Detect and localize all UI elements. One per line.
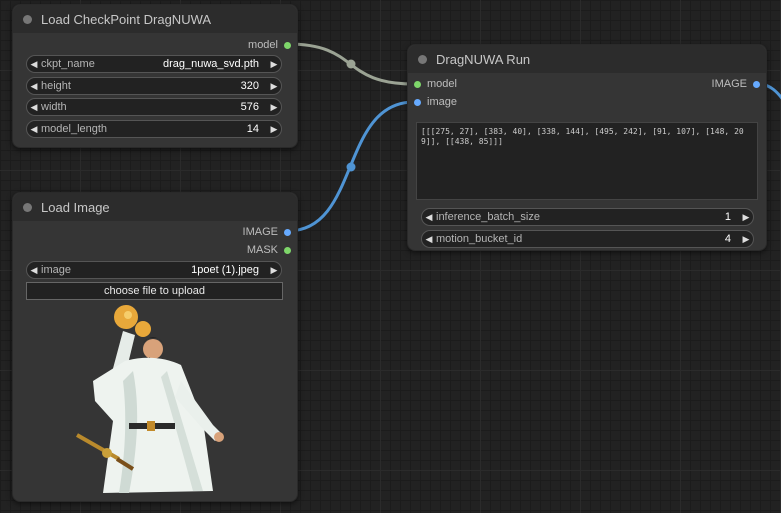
dragnuwa-run-node[interactable]: DragNUWA Run model image IMAGE [[[275, 2…: [407, 44, 767, 251]
widget-label: height: [41, 80, 71, 92]
increment-arrow-icon[interactable]: ▶: [739, 212, 753, 223]
input-pin-icon[interactable]: [414, 98, 421, 106]
collapse-dot-icon[interactable]: [23, 14, 32, 24]
decrement-arrow-icon[interactable]: ◀: [27, 59, 41, 70]
output-slot-model[interactable]: model: [248, 39, 291, 51]
load-image-node[interactable]: Load Image IMAGE MASK ◀ image 1poet (1).…: [12, 192, 298, 502]
output-slot-image[interactable]: IMAGE: [243, 226, 291, 238]
collapse-dot-icon[interactable]: [23, 202, 32, 212]
decrement-arrow-icon[interactable]: ◀: [422, 212, 436, 223]
widget-value: 1poet (1).jpeg: [191, 264, 259, 276]
widget-label: ckpt_name: [41, 58, 95, 70]
output-slot-mask[interactable]: MASK: [247, 244, 291, 256]
model-length-widget[interactable]: ◀ model_length 14 ▶: [26, 120, 282, 138]
widget-value: 320: [240, 80, 259, 92]
input-slot-image[interactable]: image: [414, 96, 457, 108]
node-title: Load CheckPoint DragNUWA: [41, 11, 212, 27]
increment-arrow-icon[interactable]: ▶: [267, 81, 281, 92]
widget-value: 576: [240, 101, 259, 113]
node-header[interactable]: Load Image: [13, 193, 297, 221]
node-title: DragNUWA Run: [436, 51, 531, 67]
output-pin-icon[interactable]: [753, 80, 760, 88]
load-checkpoint-node[interactable]: Load CheckPoint DragNUWA model ◀ ckpt_na…: [12, 4, 298, 148]
slot-label: IMAGE: [711, 78, 747, 90]
node-title: Load Image: [41, 199, 110, 215]
image-link-midpoint[interactable]: [346, 162, 356, 172]
image-link[interactable]: [287, 100, 415, 233]
model-link[interactable]: [287, 42, 415, 86]
slot-label: model: [427, 78, 457, 90]
increment-arrow-icon[interactable]: ▶: [267, 59, 281, 70]
output-pin-icon[interactable]: [284, 246, 291, 254]
decrement-arrow-icon[interactable]: ◀: [27, 81, 41, 92]
widget-label: motion_bucket_id: [436, 233, 523, 245]
input-slot-model[interactable]: model: [414, 78, 457, 90]
choose-file-upload-button[interactable]: choose file to upload: [26, 282, 283, 300]
output-pin-icon[interactable]: [284, 228, 291, 236]
increment-arrow-icon[interactable]: ▶: [267, 102, 281, 113]
gourd-icon: [135, 321, 151, 337]
slot-label: IMAGE: [242, 226, 278, 238]
increment-arrow-icon[interactable]: ▶: [267, 124, 281, 135]
inference-batch-size-widget[interactable]: ◀ inference_batch_size 1 ▶: [421, 208, 754, 226]
widget-label: width: [41, 101, 67, 113]
widget-label: image: [41, 264, 71, 276]
widget-label: inference_batch_size: [436, 211, 540, 223]
poet-figure-image: [76, 305, 224, 493]
tracking-points-textarea[interactable]: [[[275, 27], [383, 40], [338, 144], [495…: [416, 122, 758, 200]
output-pin-icon[interactable]: [284, 41, 291, 49]
increment-arrow-icon[interactable]: ▶: [739, 234, 753, 245]
widget-label: model_length: [41, 123, 108, 135]
ckpt-name-widget[interactable]: ◀ ckpt_name drag_nuwa_svd.pth ▶: [26, 55, 282, 73]
motion-bucket-id-widget[interactable]: ◀ motion_bucket_id 4 ▶: [421, 230, 754, 248]
widget-value: 4: [724, 233, 731, 245]
image-select-widget[interactable]: ◀ image 1poet (1).jpeg ▶: [26, 261, 282, 279]
slot-label: image: [427, 96, 457, 108]
slot-label: model: [248, 39, 278, 51]
node-header[interactable]: Load CheckPoint DragNUWA: [13, 5, 297, 33]
decrement-arrow-icon[interactable]: ◀: [27, 102, 41, 113]
widget-value: drag_nuwa_svd.pth: [162, 58, 259, 70]
increment-arrow-icon[interactable]: ▶: [267, 265, 281, 276]
node-header[interactable]: DragNUWA Run: [408, 45, 766, 73]
output-slot-image[interactable]: IMAGE: [712, 78, 760, 90]
height-widget[interactable]: ◀ height 320 ▶: [26, 77, 282, 95]
width-widget[interactable]: ◀ width 576 ▶: [26, 98, 282, 116]
decrement-arrow-icon[interactable]: ◀: [27, 265, 41, 276]
slot-label: MASK: [246, 244, 278, 256]
widget-value: 1: [724, 211, 731, 223]
model-link-midpoint[interactable]: [346, 59, 356, 69]
decrement-arrow-icon[interactable]: ◀: [422, 234, 436, 245]
decrement-arrow-icon[interactable]: ◀: [27, 124, 41, 135]
widget-value: 14: [246, 123, 259, 135]
input-pin-icon[interactable]: [414, 80, 421, 88]
collapse-dot-icon[interactable]: [418, 54, 427, 64]
